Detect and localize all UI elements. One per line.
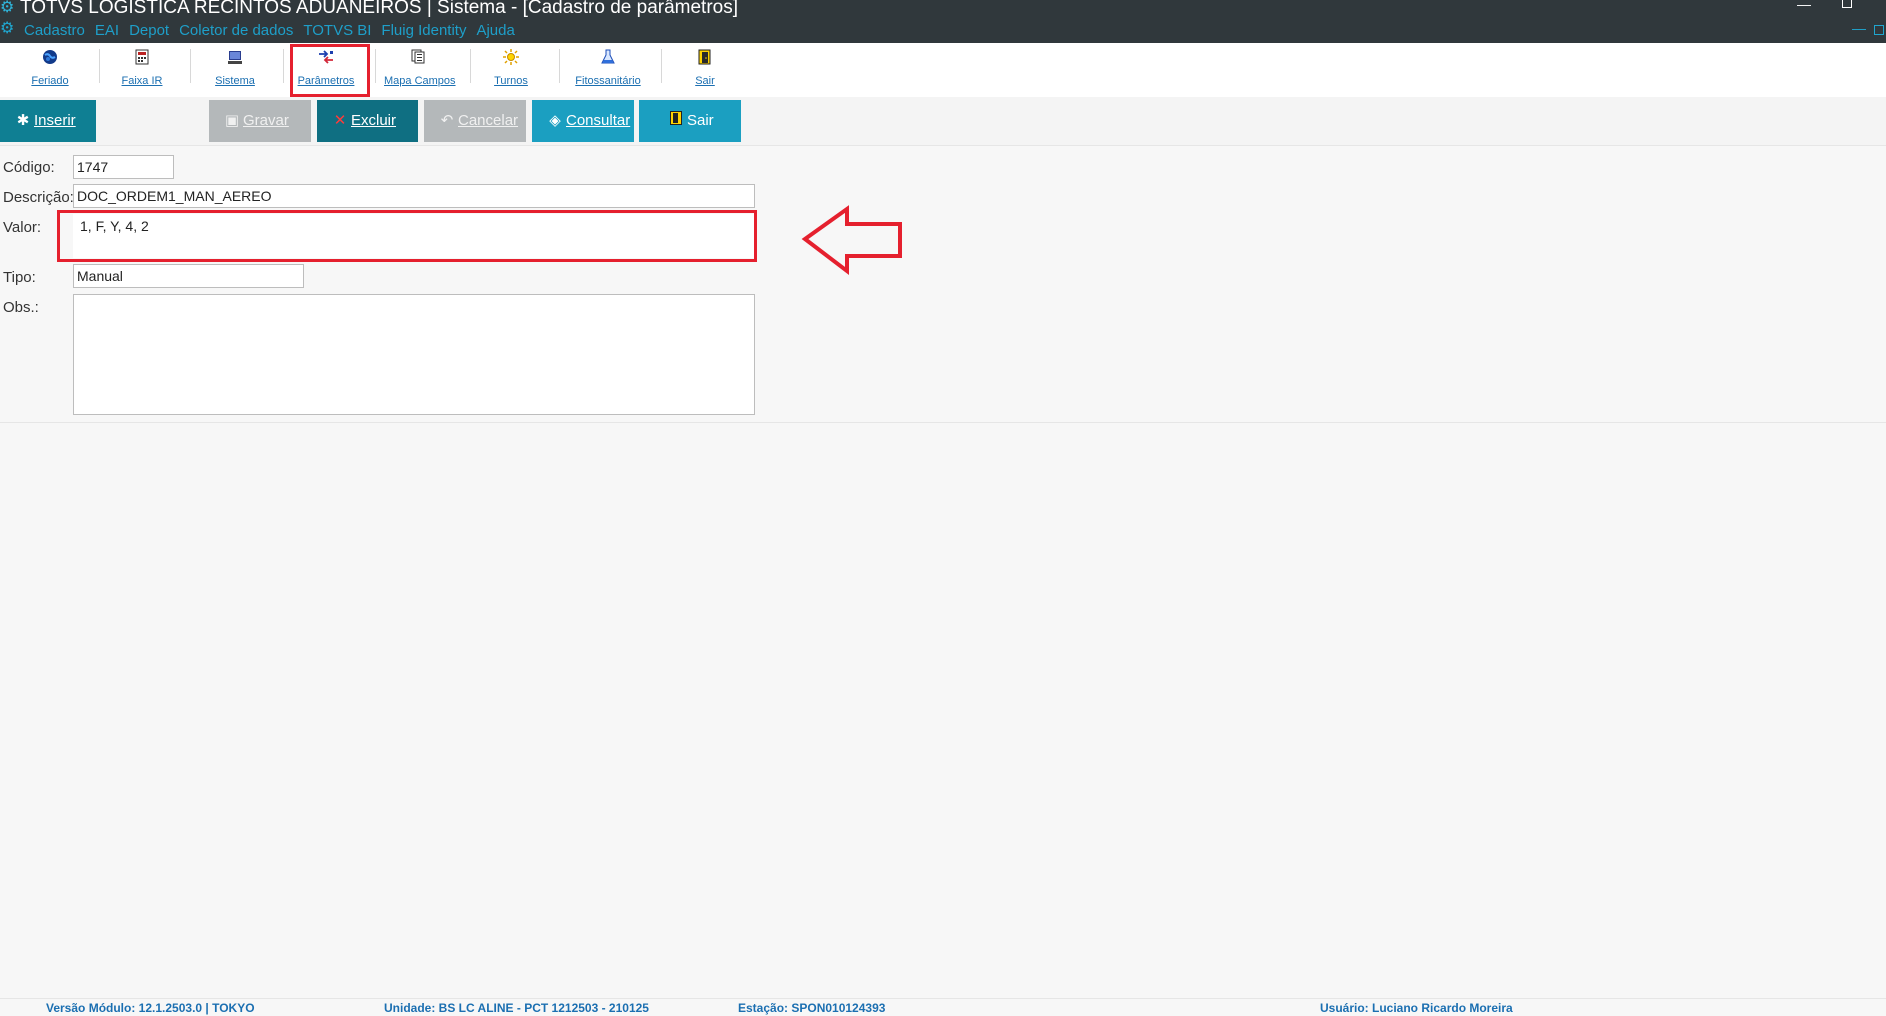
valor-value: 1, F, Y, 4, 2 <box>80 218 149 234</box>
codigo-field[interactable]: 1747 <box>73 155 174 179</box>
toolbar-label: Parâmetros <box>297 75 355 87</box>
toolbar-parametros[interactable]: Parâmetros <box>296 49 356 93</box>
menu-gear-icon[interactable]: ⚙ <box>0 20 18 38</box>
status-bar: Versão Módulo: 12.1.2503.0 | TOKYO Unida… <box>0 998 1886 1016</box>
toolbar-fitossanitario[interactable]: Fitossanitário <box>574 49 642 93</box>
toolbar-label: Turnos <box>494 75 528 87</box>
delete-button[interactable]: ✕ Excluir <box>317 100 418 142</box>
obs-textarea[interactable] <box>73 294 755 415</box>
toolbar-label: Feriado <box>31 75 69 87</box>
calculator-icon <box>134 49 150 65</box>
toolbar-mapa-campos[interactable]: Mapa Campos <box>384 49 456 93</box>
toolbar-label: Fitossanitário <box>575 75 641 87</box>
tipo-label: Tipo: <box>3 269 36 286</box>
minimize-button[interactable]: — <box>1797 0 1811 12</box>
menu-coletor-de-dados[interactable]: Coletor de dados <box>179 22 293 39</box>
toolbar-label: Sair <box>695 75 715 87</box>
icon-toolbar: Feriado Faixa IR Sistema Parâmetros Mapa… <box>0 43 1886 97</box>
restore-button[interactable] <box>1842 0 1852 8</box>
status-version: Versão Módulo: 12.1.2503.0 | TOKYO <box>46 1001 255 1015</box>
close-icon: ✕ <box>333 112 347 129</box>
codigo-label: Código: <box>3 159 55 176</box>
status-unit: Unidade: BS LC ALINE - PCT 1212503 - 210… <box>384 1001 649 1015</box>
toolbar-separator <box>375 49 376 83</box>
toolbar-label: Mapa Campos <box>384 75 456 87</box>
toolbar-faixa-ir[interactable]: Faixa IR <box>120 49 164 93</box>
toolbar-separator <box>283 49 284 83</box>
toolbar-separator <box>661 49 662 83</box>
status-station: Estação: SPON010124393 <box>738 1001 886 1015</box>
status-user: Usuário: Luciano Ricardo Moreira <box>1320 1001 1513 1015</box>
book-icon: ◈ <box>549 112 561 129</box>
title-bar: ⚙ TOTVS LOGISTICA RECINTOS ADUANEIROS | … <box>0 0 1886 43</box>
query-button[interactable]: ◈ Consultar <box>532 100 634 142</box>
undo-icon: ↶ <box>440 112 454 129</box>
exit-door-icon <box>697 49 713 65</box>
toolbar-turnos[interactable]: Turnos <box>492 49 530 93</box>
menu-ajuda[interactable]: Ajuda <box>476 22 514 39</box>
left-arrow-annotation-icon <box>801 205 902 276</box>
toolbar-separator <box>559 49 560 83</box>
menu-depot[interactable]: Depot <box>129 22 169 39</box>
menu-cadastro[interactable]: Cadastro <box>24 22 85 39</box>
parameters-icon <box>318 49 334 65</box>
toolbar-separator <box>190 49 191 83</box>
application-window: ⚙ TOTVS LOGISTICA RECINTOS ADUANEIROS | … <box>0 0 1886 1016</box>
menu-totvs-bi[interactable]: TOTVS BI <box>303 22 371 39</box>
toolbar-sair[interactable]: Sair <box>690 49 720 93</box>
computer-icon <box>227 49 243 65</box>
child-minimize-button[interactable]: — <box>1852 20 1866 36</box>
toolbar-feriado[interactable]: Feriado <box>30 49 70 93</box>
insert-button[interactable]: ✱ Inserir <box>0 100 96 142</box>
exit-button[interactable]: Sair <box>639 100 741 142</box>
obs-label: Obs.: <box>3 299 39 316</box>
toolbar-separator <box>470 49 471 83</box>
app-gear-icon: ⚙ <box>0 0 15 16</box>
floppy-icon: ▣ <box>224 112 240 129</box>
toolbar-label: Sistema <box>215 75 255 87</box>
menu-eai[interactable]: EAI <box>95 22 119 39</box>
insert-icon: ✱ <box>16 112 30 129</box>
valor-label: Valor: <box>3 219 42 236</box>
form-divider <box>0 422 1886 423</box>
descricao-field[interactable]: DOC_ORDEM1_MAN_AEREO <box>73 184 755 208</box>
menu-bar: Cadastro EAI Depot Coletor de dados TOTV… <box>24 22 515 39</box>
save-button[interactable]: ▣ Gravar <box>209 100 311 142</box>
valor-field[interactable] <box>73 214 755 258</box>
tipo-field[interactable]: Manual <box>73 264 304 288</box>
sun-icon <box>503 49 519 65</box>
flask-icon <box>600 49 616 65</box>
exit-door-icon <box>667 100 685 142</box>
globe-icon <box>42 49 58 65</box>
map-fields-icon <box>411 49 427 65</box>
descricao-label: Descrição: <box>3 189 74 206</box>
menu-fluig-identity[interactable]: Fluig Identity <box>381 22 466 39</box>
action-bar: ✱ Inserir ▣ Gravar ✕ Excluir ↶ Cancelar ◈ Con… <box>0 97 1886 146</box>
toolbar-label: Faixa IR <box>121 75 163 87</box>
toolbar-sistema[interactable]: Sistema <box>214 49 256 93</box>
cancel-button[interactable]: ↶ Cancelar <box>424 100 526 142</box>
toolbar-separator <box>99 49 100 83</box>
window-title: TOTVS LOGISTICA RECINTOS ADUANEIROS | Si… <box>20 0 739 18</box>
child-restore-button[interactable] <box>1874 25 1884 35</box>
